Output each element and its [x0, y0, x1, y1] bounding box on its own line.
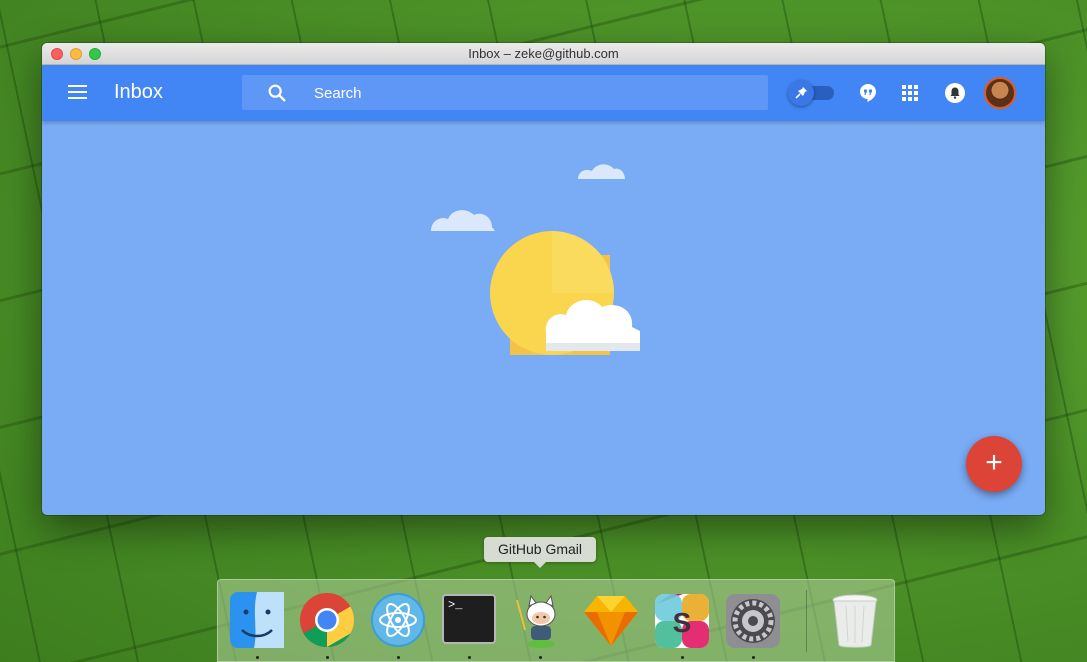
hangouts-icon[interactable]	[856, 81, 880, 105]
inbox-zero-area: +	[42, 121, 1045, 515]
app-header: Inbox	[42, 65, 1045, 121]
sun-icon	[490, 231, 640, 355]
page-title: Inbox	[114, 81, 163, 103]
dock-tooltip: GitHub Gmail	[484, 537, 596, 568]
compose-button[interactable]: +	[966, 436, 1022, 492]
pinned-toggle[interactable]	[788, 80, 834, 106]
avatar[interactable]	[984, 77, 1016, 109]
slack-icon[interactable]: S	[653, 590, 711, 650]
search-bar[interactable]	[242, 75, 768, 110]
chrome-icon[interactable]	[298, 590, 356, 650]
terminal-icon[interactable]: >_	[440, 590, 498, 650]
search-input[interactable]	[314, 81, 714, 105]
running-indicator	[397, 656, 400, 659]
dock-separator	[806, 590, 807, 652]
dock: >_ S	[217, 579, 895, 662]
cloud-icon	[431, 164, 625, 231]
trash-icon[interactable]	[826, 590, 884, 650]
running-indicator	[752, 656, 755, 659]
terminal-prompt: >_	[448, 598, 463, 612]
running-indicator	[539, 656, 542, 659]
apps-grid-icon[interactable]	[898, 81, 922, 105]
inbox-window: Inbox – zeke@github.com Inbox Search +	[42, 43, 1045, 515]
window-title: Inbox – zeke@github.com	[468, 46, 619, 61]
notifications-bell-icon[interactable]	[943, 81, 967, 105]
sketch-icon[interactable]	[582, 590, 640, 650]
running-indicator	[256, 656, 259, 659]
hamburger-menu-icon[interactable]	[68, 85, 87, 99]
atom-icon[interactable]	[369, 590, 427, 650]
system-preferences-icon[interactable]	[724, 590, 782, 650]
running-indicator	[326, 656, 329, 659]
finder-icon[interactable]	[228, 590, 286, 650]
svg-text:S: S	[673, 607, 692, 638]
octocat-icon[interactable]	[511, 590, 569, 650]
running-indicator	[681, 656, 684, 659]
running-indicator	[468, 656, 471, 659]
search-icon[interactable]	[266, 82, 288, 104]
sunny-inbox-zero-illustration	[431, 164, 640, 355]
title-bar[interactable]: Inbox – zeke@github.com	[42, 43, 1045, 65]
pin-icon[interactable]	[788, 80, 814, 106]
